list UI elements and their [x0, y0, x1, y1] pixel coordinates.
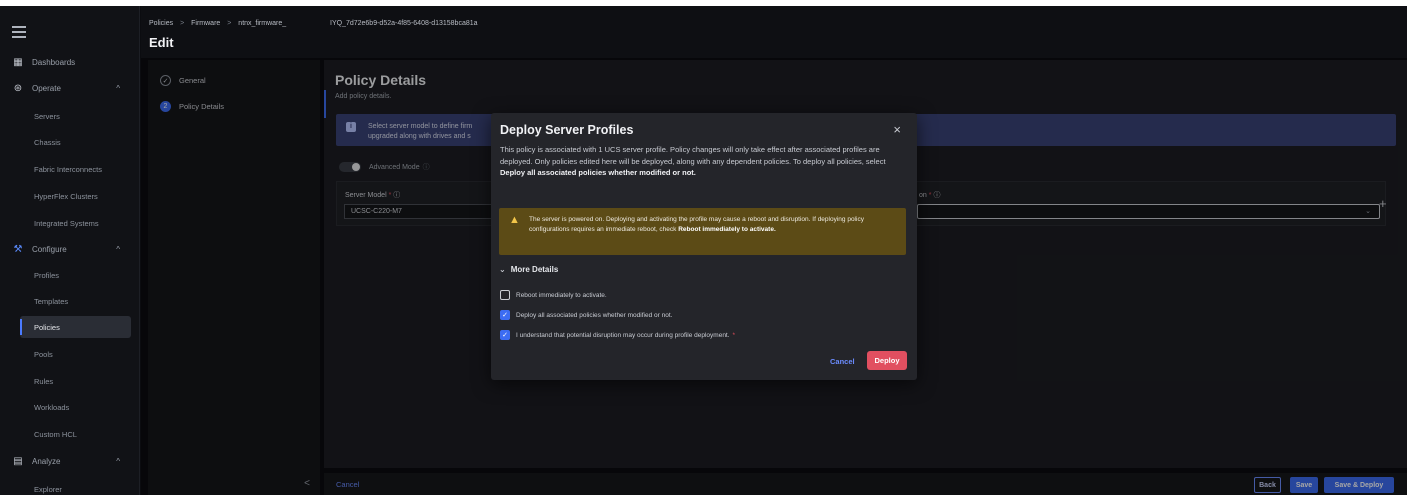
chevron-up-icon[interactable]: ^	[116, 457, 120, 466]
breadcrumb-separator: >	[227, 20, 232, 27]
acknowledge-checkbox-row[interactable]: ✓ I understand that potential disruption…	[500, 330, 735, 340]
deploy-all-checkbox[interactable]: ✓	[500, 310, 510, 320]
dashboard-icon: ▦	[13, 56, 23, 68]
required-mark: *	[732, 331, 736, 339]
checkbox-label: Deploy all associated policies whether m…	[516, 311, 673, 319]
checkbox-label: I understand that potential disruption m…	[516, 331, 730, 339]
nav-operate[interactable]: ⊛ Operate ^	[0, 76, 140, 100]
dialog-cancel-button[interactable]: Cancel	[830, 357, 855, 366]
description-text: This policy is associated with 1 UCS ser…	[500, 145, 886, 166]
more-details-label: More Details	[510, 265, 559, 274]
checkbox-label: Reboot immediately to activate.	[516, 291, 607, 299]
nav-configure[interactable]: ⚒ Configure ^	[0, 237, 140, 261]
warning-text-bold: Reboot immediately to activate.	[678, 225, 776, 233]
nav-label: Analyze	[32, 456, 61, 466]
nav-label: Dashboards	[32, 57, 76, 67]
configure-icon: ⚒	[13, 243, 23, 255]
breadcrumb: Policies > Firmware > ntnx_firmware_	[149, 20, 286, 27]
operate-icon: ⊛	[13, 82, 23, 94]
nav-label: Configure	[32, 244, 67, 254]
analyze-icon: ▤	[13, 455, 23, 467]
nav-integrated-systems[interactable]: Integrated Systems	[20, 212, 131, 234]
hamburger-menu-icon[interactable]	[12, 26, 26, 38]
deploy-button[interactable]: Deploy	[867, 351, 907, 370]
nav-fabric-interconnects[interactable]: Fabric Interconnects	[20, 158, 131, 180]
reboot-checkbox[interactable]	[500, 290, 510, 300]
reboot-checkbox-row[interactable]: Reboot immediately to activate.	[500, 290, 607, 300]
deploy-server-profiles-dialog: Deploy Server Profiles × This policy is …	[491, 113, 917, 380]
warning-text: The server is powered on. Deploying and …	[529, 215, 899, 234]
page-header: Policies > Firmware > ntnx_firmware_ IYQ…	[141, 6, 1407, 58]
nav-rules[interactable]: Rules	[20, 370, 131, 392]
breadcrumb-separator: >	[180, 20, 185, 27]
nav-templates[interactable]: Templates	[20, 290, 131, 312]
description-bold-text: Deploy all associated policies whether m…	[500, 168, 696, 177]
dialog-description: This policy is associated with 1 UCS ser…	[500, 144, 908, 179]
warning-banner: ▲ The server is powered on. Deploying an…	[499, 208, 906, 255]
chevron-up-icon[interactable]: ^	[116, 84, 120, 93]
nav-pools[interactable]: Pools	[20, 343, 131, 365]
deploy-all-checkbox-row[interactable]: ✓ Deploy all associated policies whether…	[500, 310, 672, 320]
nav-label: Operate	[32, 83, 61, 93]
chevron-down-icon: ⌄	[499, 265, 506, 274]
nav-dashboards[interactable]: ▦ Dashboards	[0, 50, 140, 74]
breadcrumb-firmware[interactable]: Firmware	[191, 20, 220, 27]
dialog-title: Deploy Server Profiles	[500, 123, 634, 137]
nav-explorer[interactable]: Explorer	[20, 478, 131, 495]
chevron-up-icon[interactable]: ^	[116, 245, 120, 254]
nav-chassis[interactable]: Chassis	[20, 131, 131, 153]
nav-policies[interactable]: Policies	[20, 316, 131, 338]
nav-profiles[interactable]: Profiles	[20, 264, 131, 286]
left-nav: ▦ Dashboards ⊛ Operate ^ Servers Chassis…	[0, 6, 140, 495]
nav-hyperflex-clusters[interactable]: HyperFlex Clusters	[20, 185, 131, 207]
breadcrumb-policies[interactable]: Policies	[149, 20, 173, 27]
acknowledge-checkbox[interactable]: ✓	[500, 330, 510, 340]
policy-id: IYQ_7d72e6b9-d52a-4f85-6408-d13158bca81a	[330, 20, 478, 27]
nav-servers[interactable]: Servers	[20, 105, 131, 127]
nav-workloads[interactable]: Workloads	[20, 396, 131, 418]
nav-analyze[interactable]: ▤ Analyze ^	[0, 449, 140, 473]
nav-custom-hcl[interactable]: Custom HCL	[20, 423, 131, 445]
page-title: Edit	[149, 35, 174, 50]
close-icon[interactable]: ×	[893, 122, 901, 137]
breadcrumb-policy-name: ntnx_firmware_	[238, 20, 287, 27]
more-details-toggle[interactable]: ⌄ More Details	[499, 265, 558, 274]
warning-icon: ▲	[509, 214, 520, 226]
